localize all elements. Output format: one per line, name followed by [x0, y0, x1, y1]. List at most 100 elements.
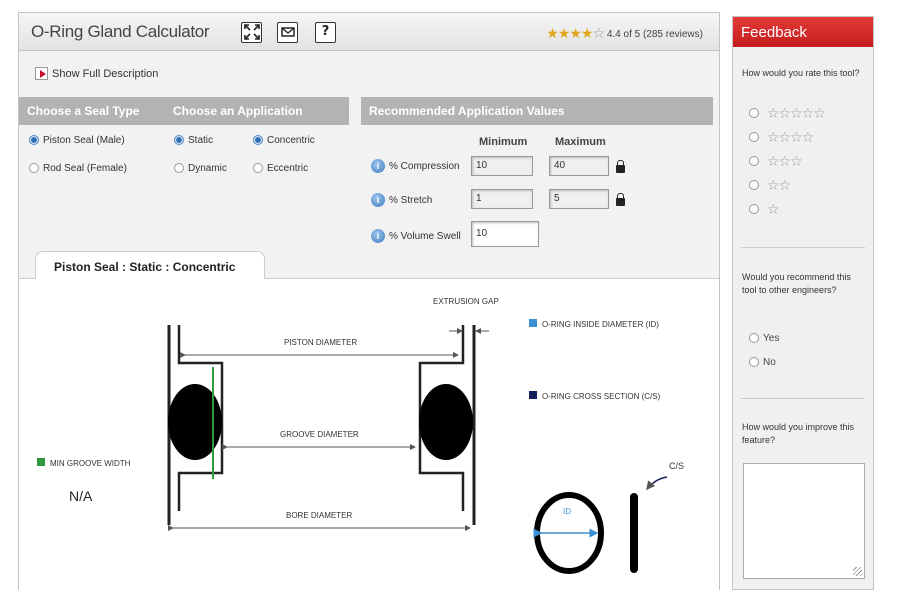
recommend-yes[interactable]: Yes — [749, 333, 779, 344]
radio-dynamic[interactable]: Dynamic — [174, 163, 227, 174]
radio-empty-icon — [749, 357, 759, 367]
info-icon[interactable]: i — [371, 159, 385, 173]
extrusion-gap-label: EXTRUSION GAP — [433, 297, 499, 306]
radio-piston-seal[interactable]: Piston Seal (Male) — [29, 135, 125, 146]
feedback-title: Feedback — [733, 17, 873, 47]
tab-configuration[interactable]: Piston Seal : Static : Concentric — [35, 251, 265, 279]
star-icon: ☆☆☆☆ — [767, 130, 814, 146]
radio-label: Concentric — [267, 135, 315, 146]
app-title: O-Ring Gland Calculator — [31, 22, 210, 41]
seal-type-header: Choose a Seal Type — [27, 104, 140, 118]
cs-pointer — [646, 476, 668, 491]
min-groove-width-value: N/A — [69, 488, 93, 504]
lock-icon[interactable] — [616, 160, 625, 173]
cs-label: C/S — [669, 461, 685, 471]
stretch-label: % Stretch — [389, 195, 433, 206]
show-description-link[interactable]: Show Full Description — [35, 67, 158, 80]
radio-label: Eccentric — [267, 163, 309, 174]
radio-empty-icon — [174, 163, 184, 173]
radio-empty-icon — [749, 156, 759, 166]
oring-side-view — [630, 493, 638, 573]
show-description-label: Show Full Description — [52, 68, 159, 80]
volume-swell-label: % Volume Swell — [389, 231, 461, 242]
groove-diameter-label: GROOVE DIAMETER — [277, 430, 362, 439]
feedback-panel: Feedback How would you rate this tool? ☆… — [732, 16, 874, 590]
play-icon — [35, 67, 48, 80]
info-icon[interactable]: i — [371, 193, 385, 207]
radio-empty-icon — [29, 163, 39, 173]
legend-label: O-RING INSIDE DIAMETER (ID) — [542, 320, 659, 329]
right-oring-section — [419, 384, 473, 460]
divider — [741, 398, 865, 399]
radio-empty-icon — [749, 333, 759, 343]
stretch-min-input[interactable]: 1 — [471, 189, 533, 209]
improve-textarea[interactable] — [743, 463, 865, 579]
stretch-max-input[interactable]: 5 — [549, 189, 609, 209]
legend-square-icon — [529, 391, 537, 399]
recommended-values-header: Recommended Application Values — [361, 97, 713, 125]
radio-label: No — [763, 357, 776, 368]
radio-label: Dynamic — [188, 163, 227, 174]
radio-eccentric[interactable]: Eccentric — [253, 163, 308, 174]
radio-concentric[interactable]: Concentric — [253, 135, 315, 146]
recommend-question: Would you recommend this tool to other e… — [742, 272, 851, 295]
divider — [741, 247, 865, 248]
radio-empty-icon — [749, 204, 759, 214]
legend-label: O-RING CROSS SECTION (C/S) — [542, 392, 661, 401]
improve-question: How would you improve this feature? — [742, 422, 855, 445]
rating-option-2[interactable]: ☆☆ — [749, 178, 791, 194]
radio-selected-icon — [29, 135, 39, 145]
star-icon: ☆☆☆☆☆ — [767, 106, 826, 122]
rating-option-5[interactable]: ☆☆☆☆☆ — [749, 106, 826, 122]
radio-static[interactable]: Static — [174, 135, 213, 146]
recommend-no[interactable]: No — [749, 357, 776, 368]
rating-option-1[interactable]: ☆ — [749, 202, 780, 218]
fullscreen-icon[interactable] — [241, 22, 262, 43]
radio-label: Yes — [763, 333, 780, 344]
radio-rod-seal[interactable]: Rod Seal (Female) — [29, 163, 127, 174]
bore-diameter-label: BORE DIAMETER — [283, 511, 356, 520]
compression-label: % Compression — [389, 161, 460, 172]
volume-swell-input[interactable]: 10 — [471, 221, 539, 247]
title-bar: O-Ring Gland Calculator ? ★★★★☆ 4.4 of 5… — [19, 13, 719, 51]
radio-selected-icon — [174, 135, 184, 145]
seal-application-header: Choose a Seal Type Choose an Application — [19, 97, 349, 125]
lock-icon[interactable] — [616, 193, 625, 206]
radio-label: Static — [188, 135, 214, 146]
resize-handle-icon[interactable] — [853, 567, 862, 576]
maximum-column-header: Maximum — [555, 136, 606, 148]
calculator-panel: O-Ring Gland Calculator ? ★★★★☆ 4.4 of 5… — [18, 12, 720, 590]
email-icon[interactable] — [277, 22, 298, 43]
id-label: ID — [563, 507, 571, 516]
legend-inside-diameter: O-RING INSIDE DIAMETER (ID) — [529, 319, 659, 329]
rating-question: How would you rate this tool? — [742, 68, 860, 78]
rating-stars-icon: ★★★★☆ — [546, 26, 605, 42]
recommended-header-text: Recommended Application Values — [369, 104, 565, 118]
radio-empty-icon — [749, 180, 759, 190]
piston-diameter-label: PISTON DIAMETER — [281, 338, 361, 347]
radio-empty-icon — [749, 132, 759, 142]
radio-empty-icon — [749, 108, 759, 118]
rating-text: 4.4 of 5 (285 reviews) — [606, 29, 703, 40]
radio-empty-icon — [253, 163, 263, 173]
radio-label: Piston Seal (Male) — [43, 135, 125, 146]
radio-label: Rod Seal (Female) — [43, 163, 127, 174]
star-icon: ☆ — [767, 202, 780, 218]
rating-option-4[interactable]: ☆☆☆☆ — [749, 130, 814, 146]
star-icon: ☆☆ — [767, 178, 791, 194]
legend-square-icon — [37, 458, 45, 466]
star-icon: ☆☆☆ — [767, 154, 803, 170]
info-icon[interactable]: i — [371, 229, 385, 243]
compression-max-input[interactable]: 40 — [549, 156, 609, 176]
legend-label: MIN GROOVE WIDTH — [50, 459, 131, 468]
min-groove-width-legend: MIN GROOVE WIDTH — [37, 458, 130, 468]
rating-option-3[interactable]: ☆☆☆ — [749, 154, 803, 170]
application-header: Choose an Application — [173, 104, 303, 118]
legend-cross-section: O-RING CROSS SECTION (C/S) — [529, 391, 660, 401]
compression-min-input[interactable]: 10 — [471, 156, 533, 176]
radio-selected-icon — [253, 135, 263, 145]
legend-square-icon — [529, 319, 537, 327]
rating-summary: ★★★★☆ 4.4 of 5 (285 reviews) — [546, 26, 703, 42]
minimum-column-header: Minimum — [479, 136, 528, 148]
help-icon[interactable]: ? — [315, 22, 336, 43]
